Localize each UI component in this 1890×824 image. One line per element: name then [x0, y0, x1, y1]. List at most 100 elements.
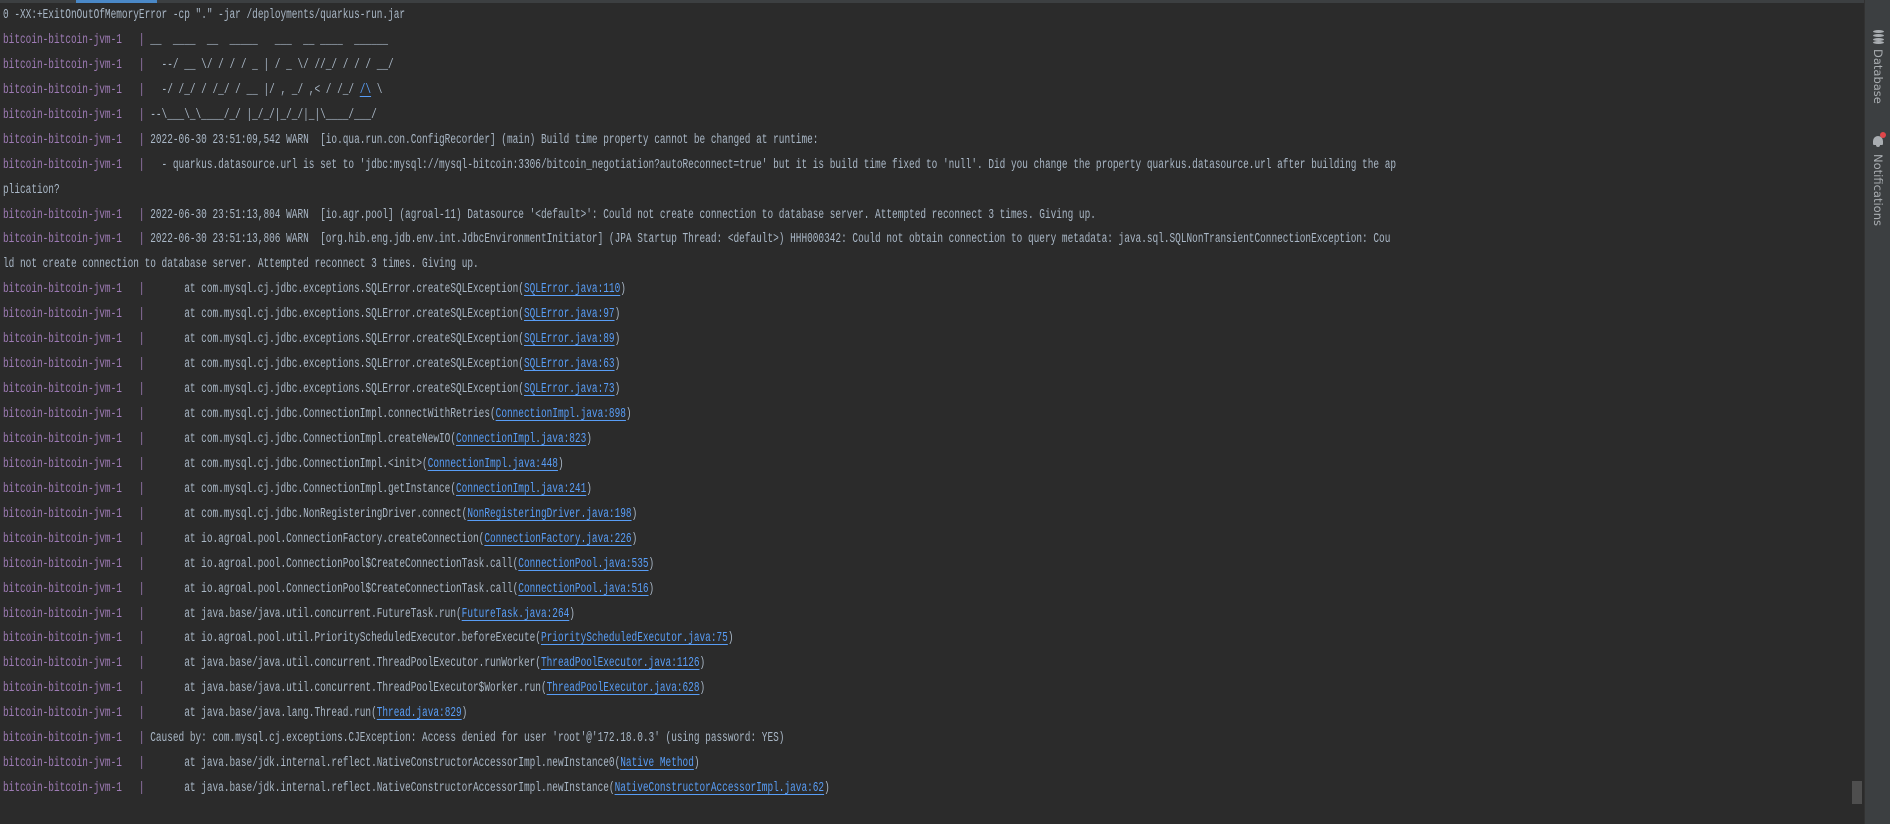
log-separator: |: [138, 656, 145, 672]
log-message: --/ __ \/ / / / _ | / _ \/ //_/ / / / __…: [150, 57, 394, 73]
container-name-prefix: bitcoin-bitcoin-jvm-1: [3, 506, 122, 522]
log-line: bitcoin-bitcoin-jvm-1 | --/ __ \/ / / / _…: [3, 54, 1851, 79]
log-message: at java.base/jdk.internal.reflect.Native…: [150, 756, 621, 772]
source-link[interactable]: ConnectionFactory.java:226: [484, 532, 631, 547]
log-message: at io.agroal.pool.ConnectionFactory.crea…: [150, 531, 485, 547]
console-lines: 0 -XX:+ExitOnOutOfMemoryError -cp "." -j…: [3, 4, 1851, 802]
container-name-prefix: bitcoin-bitcoin-jvm-1: [3, 32, 122, 48]
sidebar-notifications-button[interactable]: Notifications: [1865, 132, 1890, 226]
log-separator: |: [138, 282, 145, 298]
source-link[interactable]: FutureTask.java:264: [462, 607, 570, 622]
log-line: bitcoin-bitcoin-jvm-1 | at java.base/java…: [3, 652, 1851, 677]
console-output[interactable]: 0 -XX:+ExitOnOutOfMemoryError -cp "." -j…: [3, 4, 1851, 824]
log-line: bitcoin-bitcoin-jvm-1 | at java.base/java…: [3, 677, 1851, 702]
log-line: bitcoin-bitcoin-jvm-1 | 2022-06-30 23:51:1…: [3, 204, 1851, 229]
log-separator: |: [138, 631, 145, 647]
source-link[interactable]: SQLError.java:63: [524, 357, 615, 372]
container-name-prefix: bitcoin-bitcoin-jvm-1: [3, 332, 122, 348]
source-link[interactable]: NativeConstructorAccessorImpl.java:62: [615, 781, 825, 796]
log-separator: |: [138, 357, 145, 373]
source-link[interactable]: PriorityScheduledExecutor.java:75: [541, 631, 728, 646]
source-link[interactable]: ThreadPoolExecutor.java:628: [547, 681, 700, 696]
log-line: bitcoin-bitcoin-jvm-1 | at java.base/java…: [3, 702, 1851, 727]
log-message-tail: ): [569, 606, 575, 622]
source-link[interactable]: ConnectionImpl.java:448: [428, 457, 558, 472]
log-separator: |: [138, 307, 145, 323]
source-link[interactable]: NonRegisteringDriver.java:198: [467, 507, 631, 522]
bell-icon: [1872, 132, 1886, 148]
log-separator: |: [138, 456, 145, 472]
source-link[interactable]: ConnectionImpl.java:823: [456, 432, 586, 447]
log-message: at java.base/java.util.concurrent.Thread…: [150, 656, 541, 672]
log-message: Caused by: com.mysql.cj.exceptions.CJExc…: [150, 731, 785, 747]
source-link[interactable]: Native Method: [620, 756, 694, 771]
tool-window-tab-strip: [0, 0, 1864, 3]
container-name-prefix: bitcoin-bitcoin-jvm-1: [3, 656, 122, 672]
source-link[interactable]: SQLError.java:97: [524, 307, 615, 322]
log-line: bitcoin-bitcoin-jvm-1 | at com.mysql.cj.j…: [3, 403, 1851, 428]
vertical-scrollbar-thumb[interactable]: [1852, 781, 1862, 804]
log-message-tail: ): [614, 357, 621, 373]
container-name-prefix: bitcoin-bitcoin-jvm-1: [3, 157, 122, 173]
log-message-tail: ): [614, 382, 621, 398]
log-message: at io.agroal.pool.util.PriorityScheduled…: [150, 631, 541, 647]
log-message-tail: ): [648, 581, 655, 597]
database-icon: [1872, 30, 1884, 44]
source-link[interactable]: SQLError.java:89: [524, 332, 615, 347]
log-message-tail: ): [557, 456, 564, 472]
container-name-prefix: bitcoin-bitcoin-jvm-1: [3, 382, 122, 398]
source-link[interactable]: SQLError.java:110: [524, 282, 620, 297]
log-line: bitcoin-bitcoin-jvm-1 | at java.base/jdk.…: [3, 777, 1851, 802]
log-message: plication?: [3, 182, 60, 198]
sidebar-database-button[interactable]: Database: [1865, 30, 1890, 104]
log-message-tail: ): [824, 781, 830, 797]
log-separator: |: [138, 556, 145, 572]
source-link[interactable]: SQLError.java:73: [524, 382, 615, 397]
log-separator: |: [138, 382, 145, 398]
container-name-prefix: bitcoin-bitcoin-jvm-1: [3, 57, 122, 73]
log-line: bitcoin-bitcoin-jvm-1 | at io.agroal.pool…: [3, 627, 1851, 652]
log-separator: |: [138, 207, 145, 223]
log-line: bitcoin-bitcoin-jvm-1 | at com.mysql.cj.j…: [3, 353, 1851, 378]
log-separator: |: [138, 332, 145, 348]
container-name-prefix: bitcoin-bitcoin-jvm-1: [3, 781, 122, 797]
source-link[interactable]: ThreadPoolExecutor.java:1126: [541, 656, 700, 671]
log-message: 2022-06-30 23:51:13,806 WARN [org.hib.en…: [150, 232, 1391, 248]
log-line: bitcoin-bitcoin-jvm-1 | at com.mysql.cj.j…: [3, 303, 1851, 328]
log-message: __ ____ __ _____ ___ __ ____ ______: [150, 32, 389, 48]
log-message: at java.base/java.lang.Thread.run(: [150, 706, 377, 722]
source-link[interactable]: ConnectionPool.java:516: [518, 582, 648, 597]
log-line: bitcoin-bitcoin-jvm-1 | at com.mysql.cj.j…: [3, 428, 1851, 453]
log-line: bitcoin-bitcoin-jvm-1 | at io.agroal.pool…: [3, 553, 1851, 578]
sidebar-notifications-label: Notifications: [1871, 154, 1885, 226]
log-separator: |: [138, 756, 145, 772]
log-message: at java.base/java.util.concurrent.Future…: [150, 606, 462, 622]
log-separator: |: [138, 581, 145, 597]
source-link[interactable]: ConnectionPool.java:535: [518, 557, 648, 572]
active-tab-indicator[interactable]: [76, 0, 157, 3]
log-message-tail: ): [614, 307, 621, 323]
log-message-tail: ): [625, 407, 632, 422]
log-separator: |: [138, 781, 145, 797]
log-message-tail: ): [586, 481, 592, 497]
source-link[interactable]: /\: [360, 83, 371, 98]
container-name-prefix: bitcoin-bitcoin-jvm-1: [3, 207, 122, 223]
log-line: ld not create connection to database ser…: [3, 253, 1851, 278]
container-name-prefix: bitcoin-bitcoin-jvm-1: [3, 531, 122, 547]
source-link[interactable]: Thread.java:829: [377, 706, 462, 721]
log-line: bitcoin-bitcoin-jvm-1 | at io.agroal.pool…: [3, 578, 1851, 603]
log-line: bitcoin-bitcoin-jvm-1 | 2022-06-30 23:51:0…: [3, 129, 1851, 154]
container-name-prefix: bitcoin-bitcoin-jvm-1: [3, 82, 122, 98]
log-message: at com.mysql.cj.jdbc.exceptions.SQLError…: [150, 357, 524, 373]
log-message-tail: ): [631, 506, 638, 522]
source-link[interactable]: ConnectionImpl.java:241: [456, 482, 586, 497]
container-name-prefix: bitcoin-bitcoin-jvm-1: [3, 456, 122, 472]
log-line: bitcoin-bitcoin-jvm-1 | 2022-06-30 23:51:1…: [3, 228, 1851, 253]
log-separator: |: [138, 431, 145, 447]
log-message: -/ /_/ / /_/ / __ |/ , _/ ,< / /_/: [150, 82, 360, 98]
log-line: bitcoin-bitcoin-jvm-1 | at com.mysql.cj.j…: [3, 453, 1851, 478]
log-message-tail: ): [586, 431, 592, 447]
container-name-prefix: bitcoin-bitcoin-jvm-1: [3, 107, 122, 123]
source-link[interactable]: ConnectionImpl.java:898: [496, 407, 626, 422]
container-name-prefix: bitcoin-bitcoin-jvm-1: [3, 756, 122, 772]
